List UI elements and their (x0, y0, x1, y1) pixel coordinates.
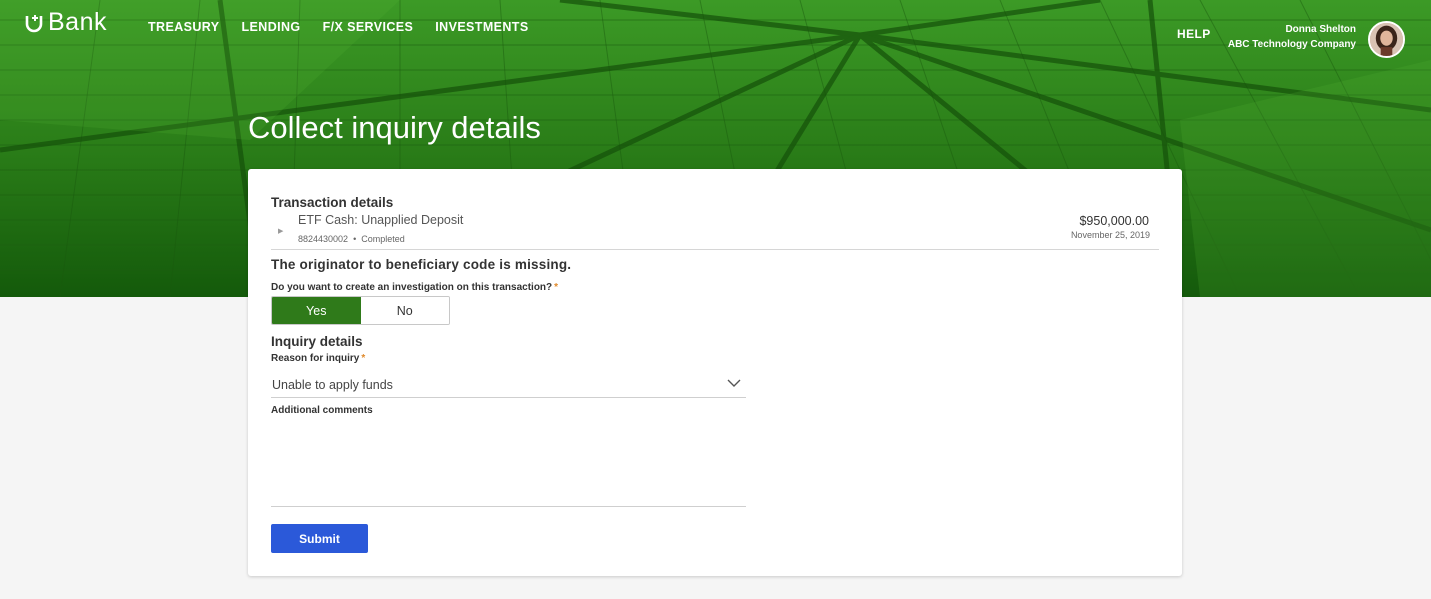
submit-button[interactable]: Submit (271, 524, 368, 553)
no-option[interactable]: No (360, 297, 449, 324)
meta-separator: • (353, 234, 357, 244)
avatar[interactable] (1368, 21, 1405, 58)
nav-fx-services[interactable]: F/X SERVICES (323, 20, 414, 34)
transaction-meta: 8824430002 • Completed (298, 234, 405, 244)
transaction-row[interactable]: ▶ ETF Cash: Unapplied Deposit 8824430002… (271, 211, 1159, 250)
ubank-logo[interactable]: Bank (24, 8, 107, 37)
reason-select[interactable]: Unable to apply funds (271, 373, 746, 398)
ubank-logo-mark-icon (25, 14, 43, 32)
required-mark: * (554, 282, 559, 293)
inquiry-details-heading: Inquiry details (271, 334, 363, 349)
user-info[interactable]: Donna Shelton ABC Technology Company (1228, 22, 1356, 52)
logo-text: Bank (48, 8, 107, 36)
transaction-id: 8824430002 (298, 234, 349, 244)
page-title: Collect inquiry details (248, 110, 541, 145)
reason-selected-value: Unable to apply funds (272, 378, 393, 392)
reason-label: Reason for inquiry * (271, 353, 365, 364)
yes-option[interactable]: Yes (272, 297, 361, 324)
transaction-date: November 25, 2019 (1070, 230, 1150, 240)
user-company: ABC Technology Company (1227, 39, 1356, 50)
transaction-details-heading: Transaction details (271, 195, 394, 210)
required-mark: * (361, 353, 366, 364)
chevron-down-icon (727, 379, 741, 387)
comments-textarea[interactable] (271, 421, 746, 507)
reason-label-text: Reason for inquiry (271, 353, 360, 364)
top-navigation: Bank TREASURY LENDING F/X SERVICES INVES… (0, 0, 1431, 58)
main-nav: TREASURY LENDING F/X SERVICES INVESTMENT… (148, 20, 529, 34)
comments-label: Additional comments (271, 405, 373, 416)
user-name: Donna Shelton (1285, 24, 1356, 35)
investigation-toggle: Yes No (271, 296, 450, 325)
nav-investments[interactable]: INVESTMENTS (435, 20, 528, 34)
investigation-question: Do you want to create an investigation o… (271, 282, 558, 293)
investigation-question-text: Do you want to create an investigation o… (271, 282, 553, 293)
transaction-status: Completed (361, 234, 405, 244)
nav-lending[interactable]: LENDING (242, 20, 301, 34)
nav-treasury[interactable]: TREASURY (148, 20, 220, 34)
transaction-name: ETF Cash: Unapplied Deposit (298, 213, 464, 227)
expand-caret-icon[interactable]: ▶ (278, 227, 283, 235)
avatar-photo (1370, 23, 1403, 56)
missing-code-message: The originator to beneficiary code is mi… (271, 257, 572, 272)
help-link[interactable]: HELP (1177, 27, 1211, 41)
inquiry-card: Transaction details ▶ ETF Cash: Unapplie… (248, 169, 1182, 576)
transaction-amount: $950,000.00 (1079, 214, 1149, 228)
